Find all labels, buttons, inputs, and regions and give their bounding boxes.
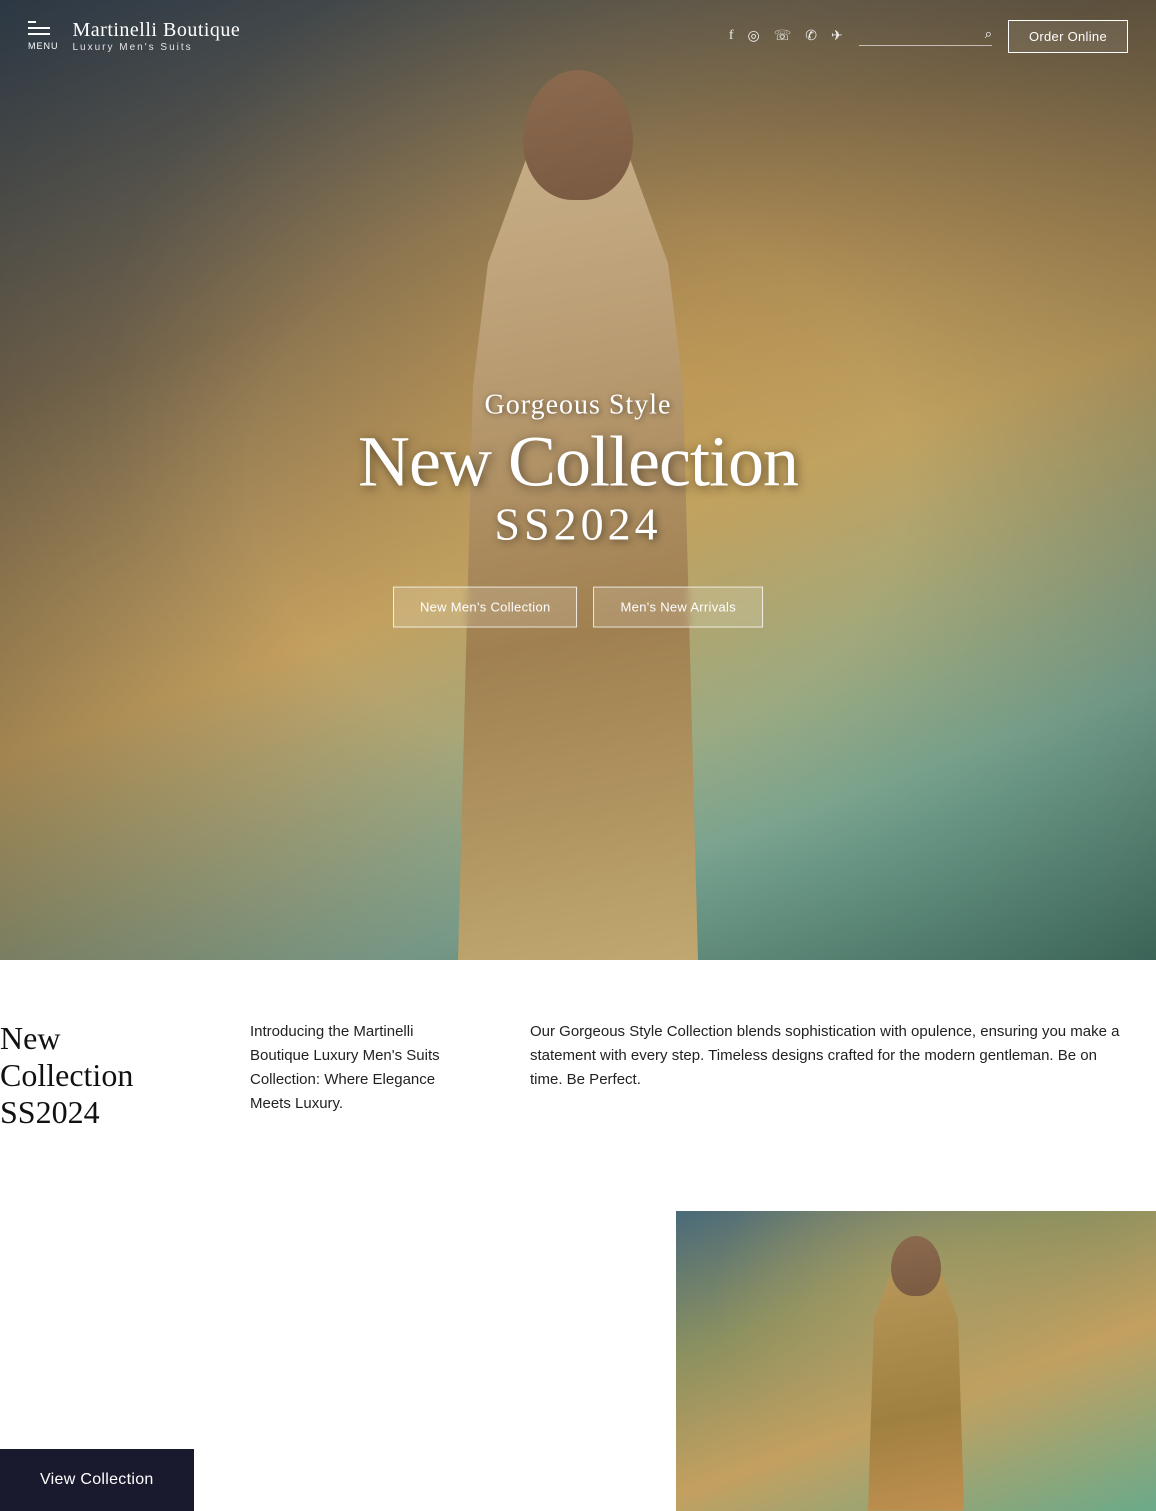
info-col-2: Introducing the Martinelli Boutique Luxu… xyxy=(220,1020,500,1131)
menu-bar-bot xyxy=(28,33,50,35)
mens-new-arrivals-button[interactable]: Men's New Arrivals xyxy=(594,587,764,628)
nav-right-group: f ◎ ☏ ✆ ✈ ⌕ Order Online xyxy=(729,20,1128,53)
menu-button[interactable]: MENU xyxy=(28,21,59,51)
search-bar: ⌕ xyxy=(859,26,992,46)
instagram-icon[interactable]: ◎ xyxy=(747,28,759,45)
telegram-icon[interactable]: ✈ xyxy=(831,28,843,45)
info-year: SS2024 xyxy=(0,1094,190,1131)
info-col-3: Our Gorgeous Style Collection blends sop… xyxy=(500,1020,1156,1131)
menu-bar-mid xyxy=(28,27,50,29)
new-mens-collection-button[interactable]: New Men's Collection xyxy=(393,587,578,628)
view-collection-button[interactable]: View Collection xyxy=(0,1449,194,1511)
order-online-button[interactable]: Order Online xyxy=(1008,20,1128,53)
second-model-figure xyxy=(826,1231,1006,1511)
hero-subtitle: Gorgeous Style xyxy=(358,390,798,422)
info-col-1: New Collection SS2024 xyxy=(0,1020,220,1131)
info-body-1: Introducing the Martinelli Boutique Luxu… xyxy=(250,1020,470,1116)
brand-name: Martinelli Boutique xyxy=(73,18,241,42)
hero-title: New Collection xyxy=(358,426,798,498)
menu-bar-top xyxy=(28,21,36,23)
top-navigation: MENU Martinelli Boutique Luxury Men's Su… xyxy=(0,0,1156,72)
bottom-section: View Collection xyxy=(0,1191,1156,1511)
hero-overlay-text: Gorgeous Style New Collection SS2024 New… xyxy=(358,390,798,628)
whatsapp-icon[interactable]: ✆ xyxy=(805,28,817,45)
menu-label: MENU xyxy=(28,41,59,51)
viber-icon[interactable]: ☏ xyxy=(774,28,792,45)
hero-section: MENU Martinelli Boutique Luxury Men's Su… xyxy=(0,0,1156,960)
search-input[interactable] xyxy=(859,27,979,42)
hero-year: SS2024 xyxy=(358,498,798,551)
info-body-2: Our Gorgeous Style Collection blends sop… xyxy=(530,1020,1126,1092)
nav-logo: MENU Martinelli Boutique Luxury Men's Su… xyxy=(28,18,240,54)
brand-tagline: Luxury Men's Suits xyxy=(73,42,241,54)
info-heading: New Collection xyxy=(0,1020,190,1094)
info-section: New Collection SS2024 Introducing the Ma… xyxy=(0,960,1156,1191)
social-icons-group: f ◎ ☏ ✆ ✈ xyxy=(729,28,843,45)
logo-text-block: Martinelli Boutique Luxury Men's Suits xyxy=(73,18,241,54)
search-icon[interactable]: ⌕ xyxy=(985,26,992,42)
second-image xyxy=(676,1211,1156,1511)
hero-buttons-group: New Men's Collection Men's New Arrivals xyxy=(358,587,798,628)
facebook-icon[interactable]: f xyxy=(729,28,734,44)
